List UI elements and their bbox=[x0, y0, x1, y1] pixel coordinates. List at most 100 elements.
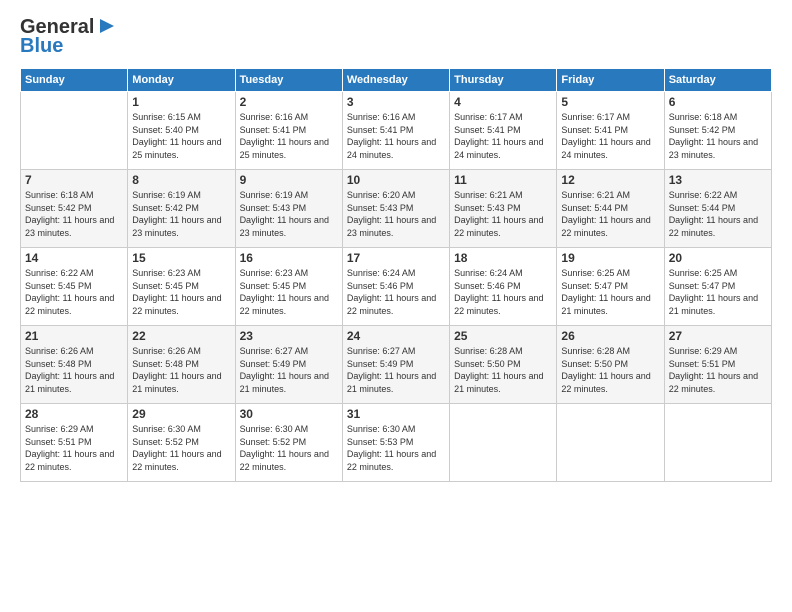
calendar-cell: 21Sunrise: 6:26 AMSunset: 5:48 PMDayligh… bbox=[21, 326, 128, 404]
day-info: Sunrise: 6:26 AMSunset: 5:48 PMDaylight:… bbox=[132, 345, 230, 395]
calendar-cell: 31 Sunrise: 6:30 AMSunset: 5:53 PMDayligh… bbox=[342, 404, 449, 482]
day-info: Sunrise: 6:21 AMSunset: 5:43 PMDaylight:… bbox=[454, 189, 552, 239]
day-info: Sunrise: 6:29 AMSunset: 5:51 PMDaylight:… bbox=[25, 423, 123, 473]
calendar-cell: 16Sunrise: 6:23 AMSunset: 5:45 PMDayligh… bbox=[235, 248, 342, 326]
calendar-cell: 20 Sunrise: 6:25 AMSunset: 5:47 PMDayligh… bbox=[664, 248, 771, 326]
day-info: Sunrise: 6:30 AMSunset: 5:52 PMDaylight:… bbox=[132, 423, 230, 473]
day-number: 17 bbox=[347, 251, 445, 265]
day-info: Sunrise: 6:21 AMSunset: 5:44 PMDaylight:… bbox=[561, 189, 659, 239]
calendar-cell: 18Sunrise: 6:24 AMSunset: 5:46 PMDayligh… bbox=[450, 248, 557, 326]
day-number: 5 bbox=[561, 95, 659, 109]
day-info: Sunrise: 6:19 AMSunset: 5:43 PMDaylight:… bbox=[240, 189, 338, 239]
week-row-1: 1 Sunrise: 6:15 AMSunset: 5:40 PMDaylight… bbox=[21, 92, 772, 170]
calendar-cell: 22 Sunrise: 6:26 AMSunset: 5:48 PMDayligh… bbox=[128, 326, 235, 404]
calendar-cell: 25Sunrise: 6:28 AMSunset: 5:50 PMDayligh… bbox=[450, 326, 557, 404]
day-info: Sunrise: 6:22 AMSunset: 5:45 PMDaylight:… bbox=[25, 267, 123, 317]
day-info: Sunrise: 6:25 AMSunset: 5:47 PMDaylight:… bbox=[561, 267, 659, 317]
calendar-cell: 15 Sunrise: 6:23 AMSunset: 5:45 PMDayligh… bbox=[128, 248, 235, 326]
day-number: 14 bbox=[25, 251, 123, 265]
calendar-cell: 24 Sunrise: 6:27 AMSunset: 5:49 PMDayligh… bbox=[342, 326, 449, 404]
calendar-cell: 12 Sunrise: 6:21 AMSunset: 5:44 PMDayligh… bbox=[557, 170, 664, 248]
calendar-cell bbox=[21, 92, 128, 170]
calendar-cell: 5Sunrise: 6:17 AMSunset: 5:41 PMDaylight… bbox=[557, 92, 664, 170]
day-info: Sunrise: 6:15 AMSunset: 5:40 PMDaylight:… bbox=[132, 111, 230, 161]
day-info: Sunrise: 6:24 AMSunset: 5:46 PMDaylight:… bbox=[454, 267, 552, 317]
day-number: 6 bbox=[669, 95, 767, 109]
day-number: 7 bbox=[25, 173, 123, 187]
week-row-4: 21 Sunrise: 6:26 AMSunset: 5:48 PMDayligh… bbox=[21, 326, 772, 404]
day-number: 3 bbox=[347, 95, 445, 109]
day-info: Sunrise: 6:17 AMSunset: 5:41 PMDaylight:… bbox=[454, 111, 552, 161]
calendar-cell: 1 Sunrise: 6:15 AMSunset: 5:40 PMDaylight… bbox=[128, 92, 235, 170]
day-info: Sunrise: 6:19 AMSunset: 5:42 PMDaylight:… bbox=[132, 189, 230, 239]
calendar-cell: 10Sunrise: 6:20 AMSunset: 5:43 PMDayligh… bbox=[342, 170, 449, 248]
day-number: 11 bbox=[454, 173, 552, 187]
week-row-2: 7 Sunrise: 6:18 AMSunset: 5:42 PMDaylight… bbox=[21, 170, 772, 248]
day-number: 22 bbox=[132, 329, 230, 343]
week-row-5: 28 Sunrise: 6:29 AMSunset: 5:51 PMDayligh… bbox=[21, 404, 772, 482]
calendar-cell bbox=[664, 404, 771, 482]
day-info: Sunrise: 6:28 AMSunset: 5:50 PMDaylight:… bbox=[561, 345, 659, 395]
day-info: Sunrise: 6:27 AMSunset: 5:49 PMDaylight:… bbox=[347, 345, 445, 395]
day-info: Sunrise: 6:23 AMSunset: 5:45 PMDaylight:… bbox=[240, 267, 338, 317]
day-info: Sunrise: 6:25 AMSunset: 5:47 PMDaylight:… bbox=[669, 267, 767, 317]
day-info: Sunrise: 6:24 AMSunset: 5:46 PMDaylight:… bbox=[347, 267, 445, 317]
calendar-cell: 23 Sunrise: 6:27 AMSunset: 5:49 PMDayligh… bbox=[235, 326, 342, 404]
day-number: 15 bbox=[132, 251, 230, 265]
day-info: Sunrise: 6:18 AMSunset: 5:42 PMDaylight:… bbox=[25, 189, 123, 239]
weekday-header-saturday: Saturday bbox=[664, 69, 771, 92]
day-info: Sunrise: 6:22 AMSunset: 5:44 PMDaylight:… bbox=[669, 189, 767, 239]
weekday-header-thursday: Thursday bbox=[450, 69, 557, 92]
day-number: 29 bbox=[132, 407, 230, 421]
calendar-cell: 13 Sunrise: 6:22 AMSunset: 5:44 PMDayligh… bbox=[664, 170, 771, 248]
logo: General Blue bbox=[20, 16, 118, 58]
calendar-cell: 2Sunrise: 6:16 AMSunset: 5:41 PMDaylight… bbox=[235, 92, 342, 170]
day-info: Sunrise: 6:23 AMSunset: 5:45 PMDaylight:… bbox=[132, 267, 230, 317]
day-number: 13 bbox=[669, 173, 767, 187]
day-info: Sunrise: 6:18 AMSunset: 5:42 PMDaylight:… bbox=[669, 111, 767, 161]
day-info: Sunrise: 6:30 AMSunset: 5:53 PMDaylight:… bbox=[347, 423, 445, 473]
day-number: 12 bbox=[561, 173, 659, 187]
day-number: 4 bbox=[454, 95, 552, 109]
calendar-cell: 8Sunrise: 6:19 AMSunset: 5:42 PMDaylight… bbox=[128, 170, 235, 248]
day-info: Sunrise: 6:30 AMSunset: 5:52 PMDaylight:… bbox=[240, 423, 338, 473]
calendar-cell: 3 Sunrise: 6:16 AMSunset: 5:41 PMDaylight… bbox=[342, 92, 449, 170]
calendar-cell: 9 Sunrise: 6:19 AMSunset: 5:43 PMDaylight… bbox=[235, 170, 342, 248]
day-number: 21 bbox=[25, 329, 123, 343]
weekday-header-wednesday: Wednesday bbox=[342, 69, 449, 92]
calendar-cell: 29 Sunrise: 6:30 AMSunset: 5:52 PMDayligh… bbox=[128, 404, 235, 482]
day-number: 27 bbox=[669, 329, 767, 343]
calendar-cell bbox=[450, 404, 557, 482]
day-number: 25 bbox=[454, 329, 552, 343]
calendar-cell: 14 Sunrise: 6:22 AMSunset: 5:45 PMDayligh… bbox=[21, 248, 128, 326]
day-number: 10 bbox=[347, 173, 445, 187]
calendar-cell: 4 Sunrise: 6:17 AMSunset: 5:41 PMDaylight… bbox=[450, 92, 557, 170]
day-number: 30 bbox=[240, 407, 338, 421]
day-number: 23 bbox=[240, 329, 338, 343]
calendar-cell: 6 Sunrise: 6:18 AMSunset: 5:42 PMDaylight… bbox=[664, 92, 771, 170]
header: General Blue bbox=[20, 16, 772, 58]
day-number: 1 bbox=[132, 95, 230, 109]
day-number: 24 bbox=[347, 329, 445, 343]
calendar-cell: 19 Sunrise: 6:25 AMSunset: 5:47 PMDayligh… bbox=[557, 248, 664, 326]
calendar-cell: 11 Sunrise: 6:21 AMSunset: 5:43 PMDayligh… bbox=[450, 170, 557, 248]
day-number: 9 bbox=[240, 173, 338, 187]
calendar-cell: 28 Sunrise: 6:29 AMSunset: 5:51 PMDayligh… bbox=[21, 404, 128, 482]
calendar-cell: 27Sunrise: 6:29 AMSunset: 5:51 PMDayligh… bbox=[664, 326, 771, 404]
day-number: 19 bbox=[561, 251, 659, 265]
weekday-header-tuesday: Tuesday bbox=[235, 69, 342, 92]
day-info: Sunrise: 6:16 AMSunset: 5:41 PMDaylight:… bbox=[347, 111, 445, 161]
day-info: Sunrise: 6:27 AMSunset: 5:49 PMDaylight:… bbox=[240, 345, 338, 395]
weekday-header-sunday: Sunday bbox=[21, 69, 128, 92]
week-row-3: 14 Sunrise: 6:22 AMSunset: 5:45 PMDayligh… bbox=[21, 248, 772, 326]
calendar-table: SundayMondayTuesdayWednesdayThursdayFrid… bbox=[20, 68, 772, 482]
day-info: Sunrise: 6:16 AMSunset: 5:41 PMDaylight:… bbox=[240, 111, 338, 161]
day-number: 28 bbox=[25, 407, 123, 421]
logo-icon bbox=[96, 15, 118, 37]
calendar-cell: 17 Sunrise: 6:24 AMSunset: 5:46 PMDayligh… bbox=[342, 248, 449, 326]
day-number: 31 bbox=[347, 407, 445, 421]
calendar-cell: 7 Sunrise: 6:18 AMSunset: 5:42 PMDaylight… bbox=[21, 170, 128, 248]
day-number: 20 bbox=[669, 251, 767, 265]
day-number: 26 bbox=[561, 329, 659, 343]
calendar-cell: 26 Sunrise: 6:28 AMSunset: 5:50 PMDayligh… bbox=[557, 326, 664, 404]
